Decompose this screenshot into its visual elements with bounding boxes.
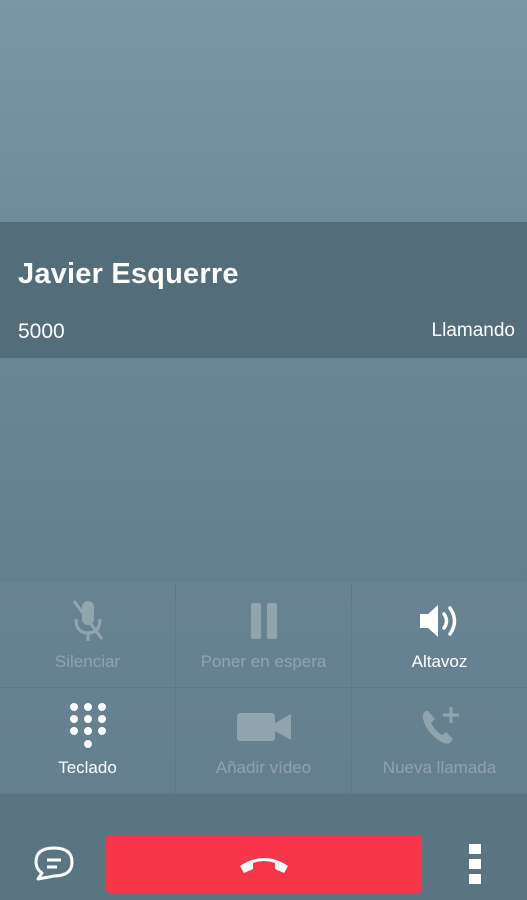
mute-button[interactable]: Silenciar [0,582,176,688]
add-video-button[interactable]: Añadir vídeo [176,688,352,794]
call-status: Llamando [431,320,515,341]
chat-bubble-icon [34,846,74,881]
call-info-band: Javier Esquerre 5000 Llamando [0,222,527,358]
dialpad-icon [68,702,108,752]
contact-name: Javier Esquerre [18,258,239,290]
add-video-label: Añadir vídeo [215,758,312,777]
more-options-button[interactable] [464,844,488,884]
bottom-bar [0,794,527,900]
speaker-icon [417,596,463,646]
video-camera-icon [235,702,293,752]
keypad-label: Teclado [58,758,117,777]
hold-label: Poner en espera [200,652,327,671]
hangup-button[interactable] [106,835,422,893]
keypad-button[interactable]: Teclado [0,688,176,794]
speaker-button[interactable]: Altavoz [352,582,527,688]
phone-hangup-icon [240,858,288,873]
caller-avatar-area [0,0,527,222]
chat-button[interactable] [30,844,78,884]
pause-icon [247,596,281,646]
call-controls-grid: Silenciar Poner en espera Altavoz Teclad… [0,582,527,794]
add-call-icon [418,702,462,752]
hold-button[interactable]: Poner en espera [176,582,352,688]
speaker-label: Altavoz [411,652,468,671]
new-call-label: Nueva llamada [382,758,497,777]
contact-number: 5000 [18,320,65,343]
new-call-button[interactable]: Nueva llamada [352,688,527,794]
mute-label: Silenciar [54,652,121,671]
more-vertical-icon [469,844,481,884]
mic-off-icon [71,596,105,646]
